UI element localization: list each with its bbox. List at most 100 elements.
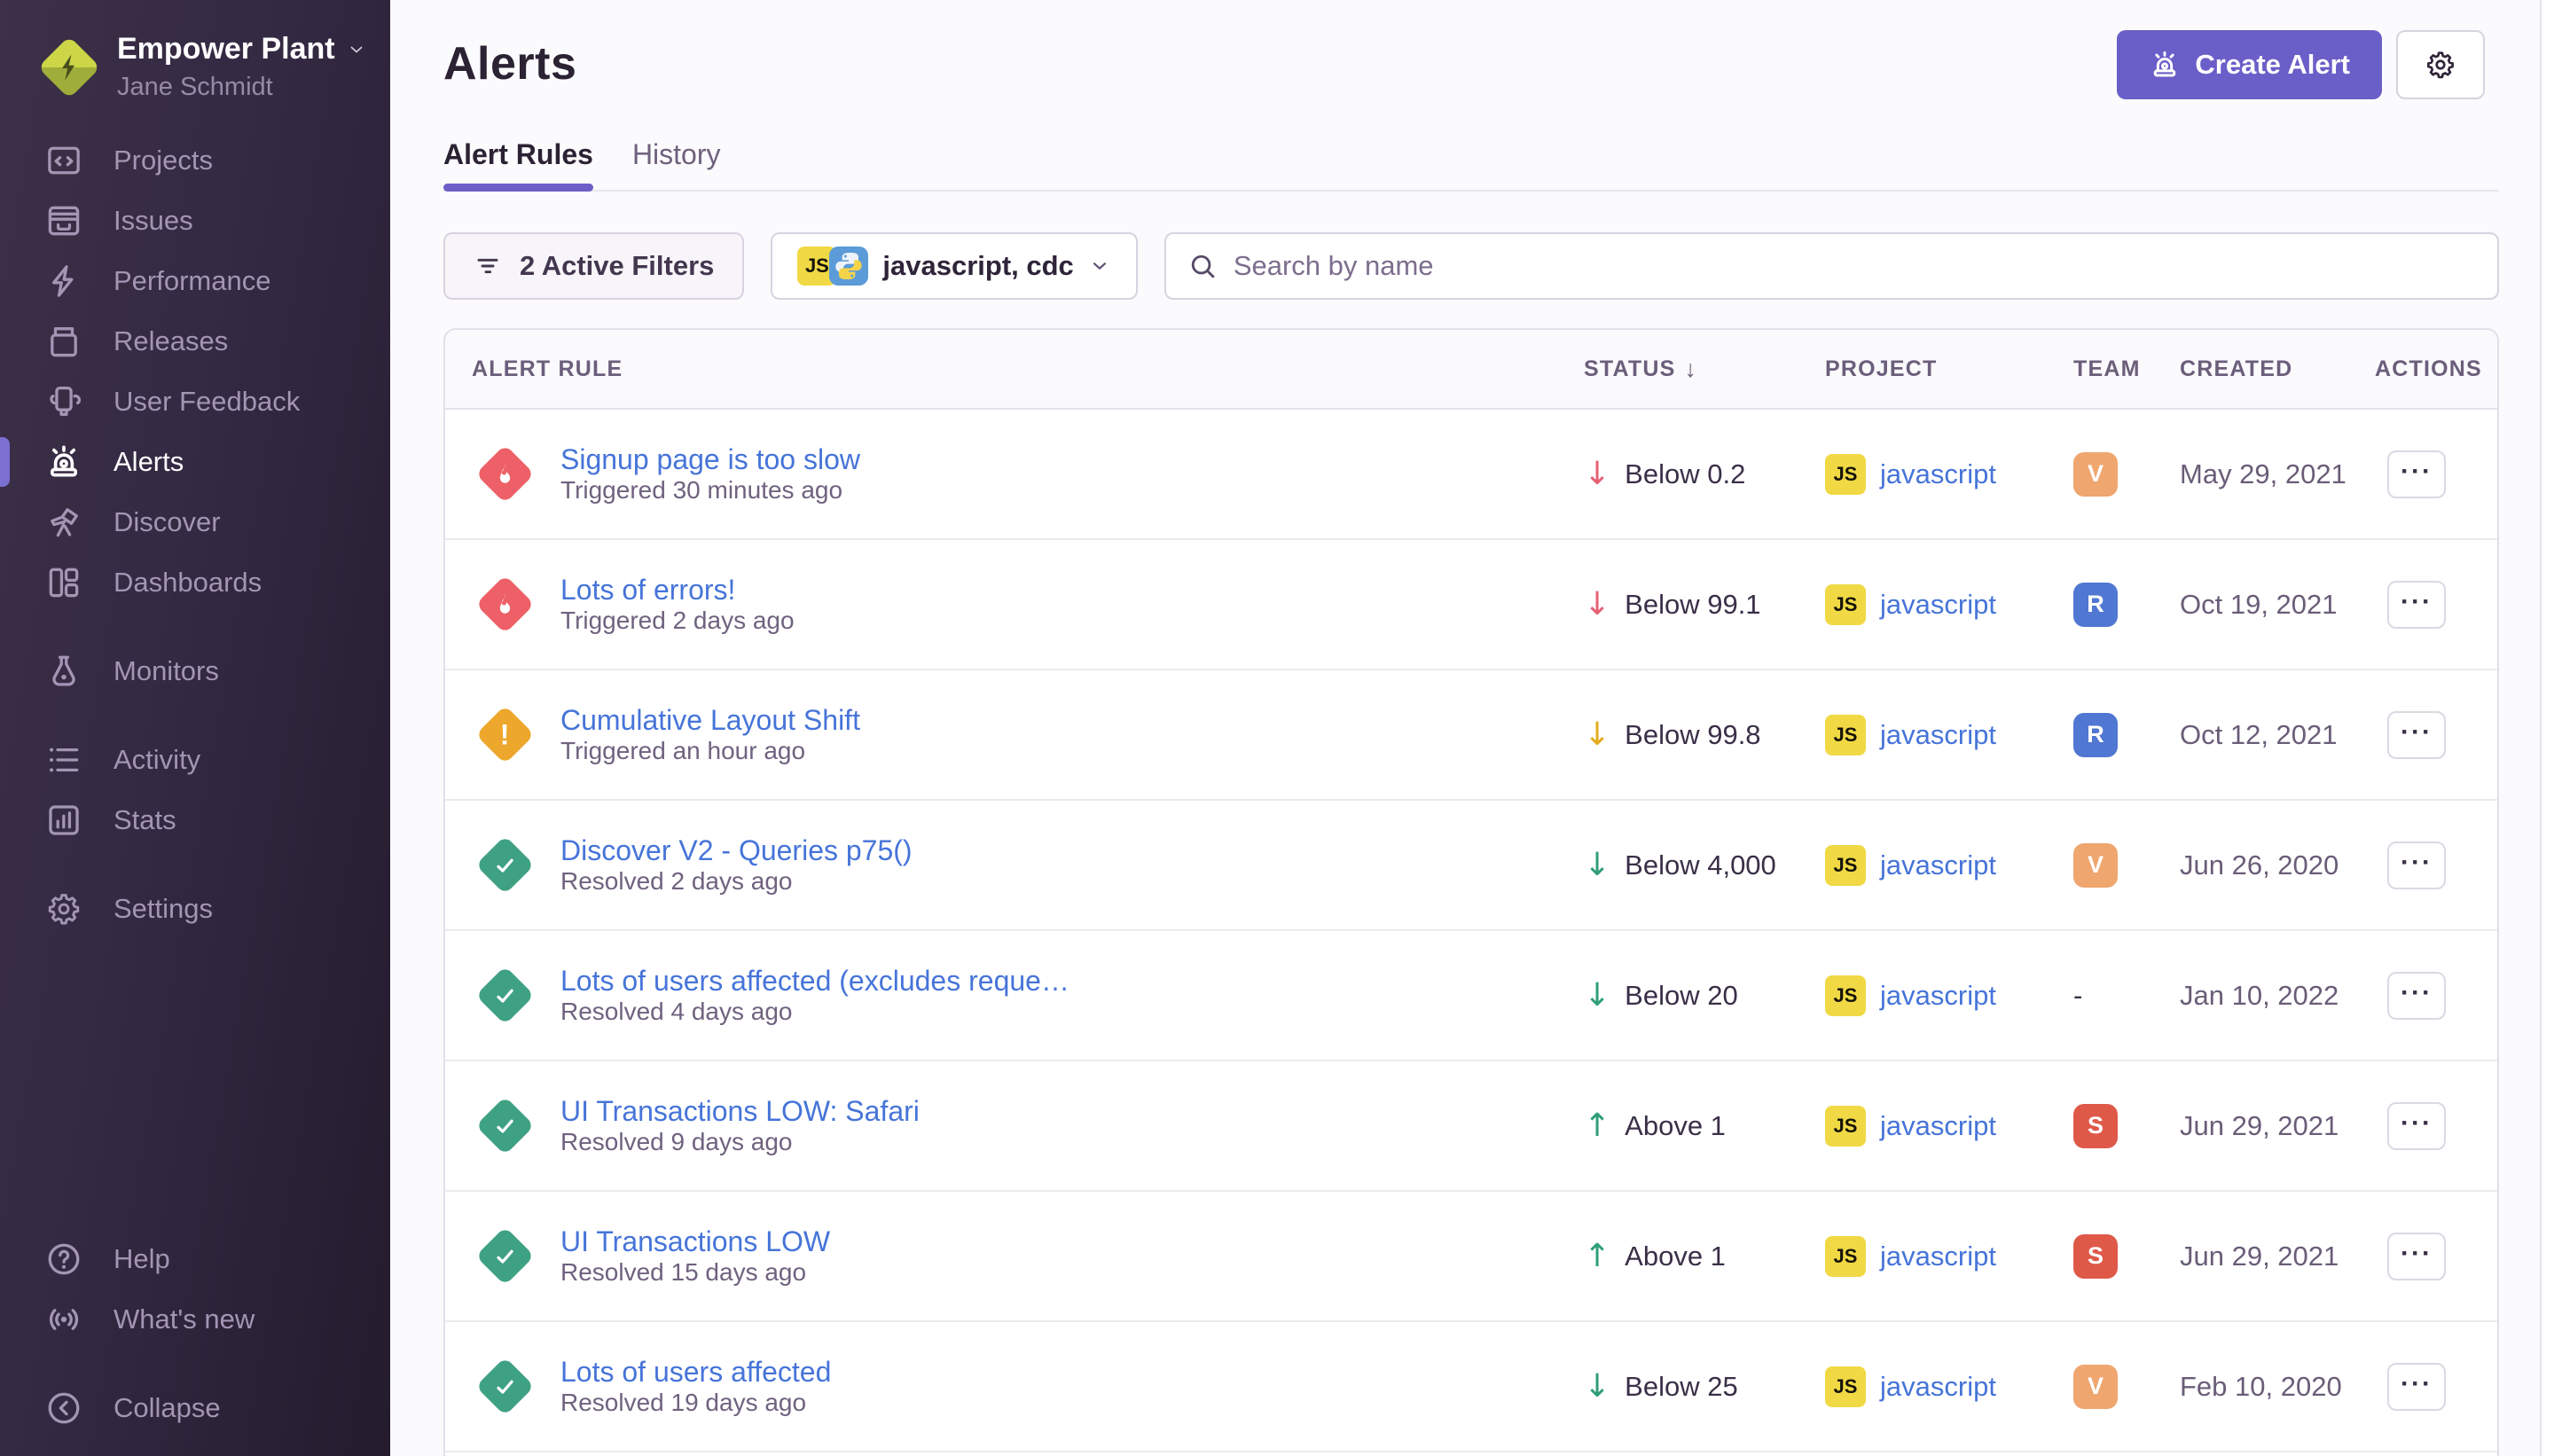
- project-link[interactable]: javascript: [1880, 458, 1996, 490]
- table-body: Signup page is too slow Triggered 30 min…: [445, 410, 2497, 1452]
- table-row: Lots of users affected Resolved 19 days …: [445, 1322, 2497, 1452]
- sidebar-bottom-nav: Help What's new Collapse: [0, 1229, 390, 1456]
- scrollbar[interactable]: [2540, 0, 2554, 1456]
- create-alert-button[interactable]: Create Alert: [2117, 30, 2382, 99]
- row-actions-button[interactable]: ···: [2387, 972, 2446, 1020]
- created-date: Oct 19, 2021: [2180, 589, 2375, 621]
- resolved-status-icon: [472, 1354, 537, 1420]
- column-label: Status: [1584, 356, 1676, 382]
- project-link[interactable]: javascript: [1880, 849, 1996, 881]
- project-selector-label: javascript, cdc: [882, 250, 1073, 282]
- trend-down-icon: ↓: [1584, 458, 1610, 490]
- sidebar-item-help[interactable]: Help: [0, 1229, 390, 1289]
- alert-rule-link[interactable]: Lots of errors!: [560, 574, 795, 607]
- table-row: Lots of users affected (excludes reque… …: [445, 931, 2497, 1061]
- project-link[interactable]: javascript: [1880, 1241, 1996, 1272]
- alert-rule-link[interactable]: Cumulative Layout Shift: [560, 704, 860, 737]
- row-actions-button[interactable]: ···: [2387, 1363, 2446, 1411]
- sidebar-item-releases[interactable]: Releases: [0, 311, 390, 372]
- alert-rule-link[interactable]: Signup page is too slow: [560, 443, 860, 476]
- lightning-bolt-icon: [54, 52, 84, 82]
- sidebar-nav-group: ActivityStats: [0, 730, 390, 850]
- sidebar-item-alerts[interactable]: Alerts: [0, 432, 390, 492]
- row-actions-button[interactable]: ···: [2387, 1233, 2446, 1280]
- active-filters-button[interactable]: 2 Active Filters: [443, 232, 744, 300]
- alert-rule-subtitle: Resolved 2 days ago: [560, 867, 793, 895]
- sidebar-item-label: Alerts: [114, 446, 184, 478]
- javascript-icon: JS: [1825, 715, 1866, 755]
- created-date: May 29, 2021: [2180, 458, 2375, 490]
- column-header-project[interactable]: Project: [1825, 356, 2073, 382]
- row-actions-button[interactable]: ···: [2387, 711, 2446, 759]
- sidebar-item-monitors[interactable]: Monitors: [0, 641, 390, 701]
- alert-settings-button[interactable]: [2396, 30, 2485, 99]
- sidebar-item-user-feedback[interactable]: User Feedback: [0, 372, 390, 432]
- sidebar-item-stats[interactable]: Stats: [0, 790, 390, 850]
- javascript-icon: JS: [1825, 1366, 1866, 1407]
- created-date: Jan 10, 2022: [2180, 980, 2375, 1012]
- project-link[interactable]: javascript: [1880, 719, 1996, 751]
- sidebar-nav-group: Help What's new: [0, 1229, 390, 1350]
- status-threshold: Below 20: [1625, 980, 1738, 1012]
- alert-rule-link[interactable]: UI Transactions LOW: Safari: [560, 1095, 920, 1128]
- row-actions-button[interactable]: ···: [2387, 1102, 2446, 1150]
- project-link[interactable]: javascript: [1880, 1371, 1996, 1403]
- project-link[interactable]: javascript: [1880, 589, 1996, 621]
- team-avatar: V: [2073, 1365, 2118, 1409]
- critical-status-icon: [472, 572, 537, 638]
- sidebar-item-whats-new[interactable]: What's new: [0, 1289, 390, 1350]
- sidebar-item-label: Issues: [114, 205, 193, 237]
- sidebar-item-settings[interactable]: Settings: [0, 879, 390, 939]
- column-header-created[interactable]: Created: [2180, 356, 2375, 382]
- projects-icon: [44, 141, 83, 180]
- alert-rule-subtitle: Resolved 4 days ago: [560, 998, 793, 1025]
- org-switcher[interactable]: Empower Plant Jane Schmidt: [0, 0, 390, 102]
- alert-rule-subtitle: Resolved 15 days ago: [560, 1258, 806, 1286]
- alert-rule-subtitle: Triggered 2 days ago: [560, 607, 795, 634]
- alert-rule-link[interactable]: Lots of users affected: [560, 1356, 831, 1389]
- column-header-actions[interactable]: Actions: [2375, 356, 2497, 382]
- sidebar-item-issues[interactable]: Issues: [0, 191, 390, 251]
- sidebar-item-label: Performance: [114, 265, 270, 297]
- sidebar-item-performance[interactable]: Performance: [0, 251, 390, 311]
- search-box: [1164, 232, 2499, 300]
- alert-rule-link[interactable]: Lots of users affected (excludes reque…: [560, 965, 1069, 998]
- alert-rule-link[interactable]: Discover V2 - Queries p75(): [560, 834, 913, 867]
- team-avatar: R: [2073, 583, 2118, 627]
- row-actions-button[interactable]: ···: [2387, 842, 2446, 889]
- alert-rule-subtitle: Triggered an hour ago: [560, 737, 805, 764]
- sidebar: Empower Plant Jane Schmidt Projects Issue…: [0, 0, 390, 1456]
- alerts-icon: [44, 442, 83, 481]
- sidebar-nav: Projects Issues Performance Releases User Fe…: [0, 130, 390, 939]
- column-header-status[interactable]: Status↓: [1584, 356, 1825, 383]
- trend-up-icon: ↑: [1584, 1110, 1610, 1142]
- row-actions-button[interactable]: ···: [2387, 450, 2446, 498]
- sidebar-item-label: Help: [114, 1243, 170, 1275]
- column-header-team[interactable]: Team: [2073, 356, 2180, 382]
- sidebar-item-collapse[interactable]: Collapse: [0, 1378, 390, 1438]
- sidebar-item-discover[interactable]: Discover: [0, 492, 390, 552]
- alert-rule-link[interactable]: UI Transactions LOW: [560, 1225, 830, 1258]
- sidebar-item-activity[interactable]: Activity: [0, 730, 390, 790]
- column-header-alert-rule[interactable]: Alert Rule: [445, 356, 1584, 382]
- gear-icon: [2424, 48, 2457, 82]
- siren-icon: [2149, 49, 2181, 81]
- column-label: Team: [2073, 356, 2141, 382]
- sidebar-item-label: What's new: [114, 1303, 255, 1335]
- project-selector[interactable]: JS javascript, cdc: [771, 232, 1137, 300]
- sidebar-item-label: User Feedback: [114, 386, 300, 418]
- issues-icon: [44, 201, 83, 240]
- whats-new-icon: [44, 1300, 83, 1339]
- project-link[interactable]: javascript: [1880, 1110, 1996, 1142]
- dashboards-icon: [44, 563, 83, 602]
- tab-alert-rules[interactable]: Alert Rules: [443, 140, 593, 190]
- search-input[interactable]: [1234, 250, 2476, 282]
- sidebar-item-projects[interactable]: Projects: [0, 130, 390, 191]
- project-link[interactable]: javascript: [1880, 980, 1996, 1012]
- row-actions-button[interactable]: ···: [2387, 581, 2446, 629]
- resolved-status-icon: [472, 963, 537, 1029]
- chevron-down-icon: [1088, 254, 1111, 278]
- javascript-icon: JS: [1825, 584, 1866, 625]
- sidebar-item-dashboards[interactable]: Dashboards: [0, 552, 390, 613]
- tab-history[interactable]: History: [632, 140, 721, 190]
